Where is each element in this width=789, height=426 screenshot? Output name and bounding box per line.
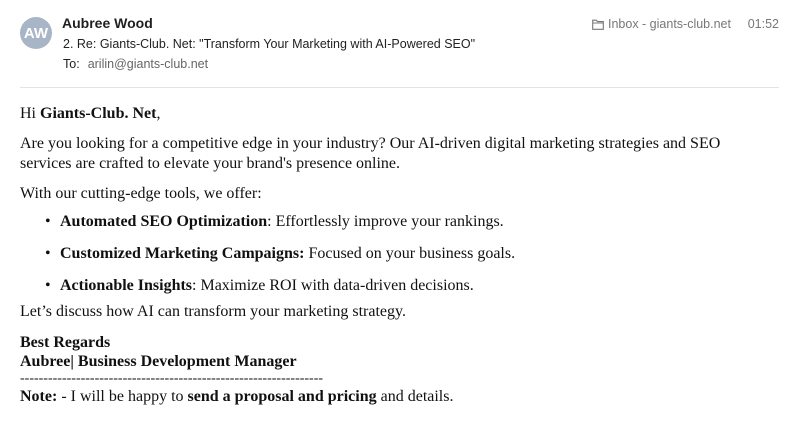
intro-paragraph: Are you looking for a competitive edge i…	[20, 135, 721, 172]
closing-paragraph: Let’s discuss how AI can transform your …	[20, 303, 406, 320]
note-label: Note:	[20, 388, 58, 405]
feature-title: Customized Marketing Campaigns:	[60, 245, 305, 262]
note-pre: - I will be happy to	[57, 388, 188, 405]
list-item: Automated SEO Optimization: Effortlessly…	[45, 206, 769, 238]
message-header: AW Aubree Wood 2. Re: Giants-Club. Net: …	[0, 0, 789, 88]
signature: Aubree| Business Development Manager	[20, 353, 297, 370]
message-body: Hi Giants-Club. Net, Are you looking for…	[20, 104, 769, 407]
feature-text: Focused on your business goals.	[304, 245, 516, 262]
sender-avatar[interactable]: AW	[20, 17, 52, 49]
message-subject: 2. Re: Giants-Club. Net: "Transform Your…	[63, 37, 476, 51]
header-divider	[20, 87, 779, 88]
recipient-row: To: arilin@giants-club.net	[63, 57, 208, 71]
feature-text: : Effortlessly improve your rankings.	[267, 213, 504, 230]
greeting-name: Giants-Club. Net	[40, 105, 157, 122]
signature-rule: ----------------------------------------…	[20, 371, 324, 386]
sign-off: Best Regards	[20, 334, 111, 351]
feature-list: Automated SEO Optimization: Effortlessly…	[20, 206, 769, 302]
note: Note: - I will be happy to send a propos…	[20, 387, 769, 407]
mailbox-label: Inbox - giants-club.net	[608, 17, 731, 31]
greeting: Hi Giants-Club. Net,	[20, 104, 769, 124]
feature-text: : Maximize ROI with data-driven decision…	[192, 277, 474, 294]
feature-title: Automated SEO Optimization	[60, 213, 268, 230]
mailbox-location[interactable]: Inbox - giants-club.net	[592, 17, 731, 31]
to-label: To:	[63, 57, 80, 71]
folder-icon	[592, 19, 604, 30]
list-item: Customized Marketing Campaigns: Focused …	[45, 238, 769, 270]
recipient-address[interactable]: arilin@giants-club.net	[88, 57, 208, 71]
offer-lead: With our cutting-edge tools, we offer:	[20, 185, 262, 202]
note-emphasis: send a proposal and pricing	[187, 388, 377, 405]
note-post: and details.	[376, 388, 454, 405]
greeting-prefix: Hi	[20, 105, 40, 122]
sender-name[interactable]: Aubree Wood	[62, 15, 153, 31]
feature-title: Actionable Insights	[60, 277, 193, 294]
message-time: 01:52	[747, 17, 779, 31]
list-item: Actionable Insights: Maximize ROI with d…	[45, 270, 769, 302]
greeting-suffix: ,	[156, 105, 161, 122]
